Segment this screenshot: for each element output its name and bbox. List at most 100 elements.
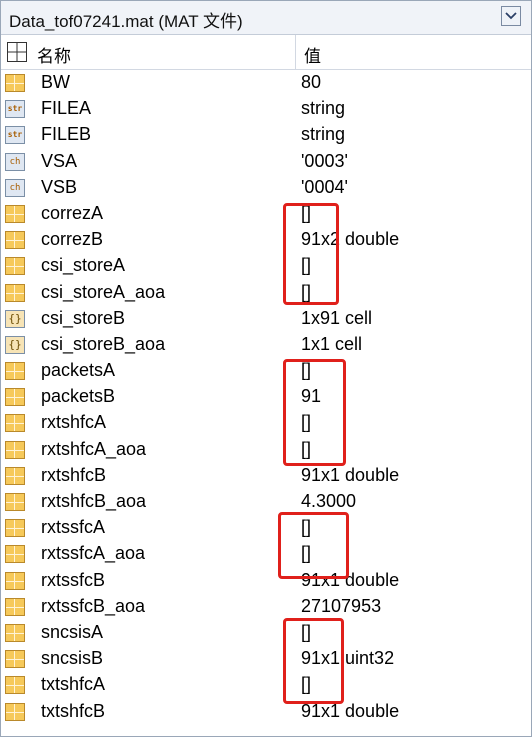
numeric-array-icon: [5, 623, 25, 642]
column-header-name[interactable]: 名称: [1, 35, 296, 69]
table-row[interactable]: txtshfcB 91x1 double: [1, 699, 531, 725]
variable-name: csi_storeA: [41, 255, 126, 276]
variable-value: 91x1 double: [301, 464, 400, 485]
variable-value: 1x91 cell: [301, 307, 373, 328]
table-row[interactable]: sncsisB 91x1 uint32: [1, 646, 531, 672]
numeric-array-icon: [5, 571, 25, 590]
table-row[interactable]: txtshfcA []: [1, 672, 531, 698]
variable-value: 91x1 double: [301, 569, 400, 590]
variable-name: csi_storeB_aoa: [41, 333, 166, 354]
numeric-array-icon: [5, 204, 25, 223]
table-row[interactable]: rxtshfcA []: [1, 410, 531, 436]
variable-name: csi_storeA_aoa: [41, 281, 166, 302]
numeric-array-icon: [5, 362, 25, 381]
variable-name: FILEA: [41, 98, 92, 119]
numeric-array-icon: [5, 545, 25, 564]
variable-value: []: [301, 412, 312, 433]
table-row[interactable]: ch VSB '0004': [1, 175, 531, 201]
numeric-array-icon: [5, 519, 25, 538]
table-row[interactable]: rxtssfcB_aoa 27107953: [1, 594, 531, 620]
table-row[interactable]: {} csi_storeB_aoa 1x1 cell: [1, 332, 531, 358]
variable-name: rxtssfcB: [41, 569, 106, 590]
table-row[interactable]: csi_storeA []: [1, 253, 531, 279]
column-value-label: 值: [304, 47, 321, 66]
variable-name: txtshfcA: [41, 674, 106, 695]
numeric-array-icon: [5, 493, 25, 511]
numeric-array-icon: [5, 388, 25, 407]
variable-value: []: [301, 255, 312, 276]
cell-icon: {}: [5, 335, 25, 354]
table-row[interactable]: sncsisA []: [1, 620, 531, 646]
numeric-array-icon: [5, 440, 25, 459]
variable-value: []: [301, 202, 312, 223]
char-icon: ch: [5, 178, 25, 197]
numeric-array-icon: [5, 597, 25, 616]
collapse-button[interactable]: [501, 6, 521, 26]
table-row[interactable]: str FILEA string: [1, 96, 531, 122]
numeric-array-icon: [5, 466, 25, 485]
variable-value: 27107953: [301, 595, 382, 616]
numeric-array-icon: [5, 414, 25, 433]
numeric-array-icon: [5, 283, 25, 302]
table-row[interactable]: rxtshfcB_aoa 4.3000: [1, 489, 531, 515]
table-row[interactable]: rxtshfcA_aoa []: [1, 437, 531, 463]
panel-titlebar: Data_tof07241.mat (MAT 文件): [1, 1, 531, 35]
table-row[interactable]: str FILEB string: [1, 122, 531, 148]
table-row[interactable]: rxtssfcA []: [1, 515, 531, 541]
table-row[interactable]: rxtshfcB 91x1 double: [1, 463, 531, 489]
variable-name: FILEB: [41, 124, 92, 145]
variable-list: BW 80 str FILEA string str FILEB string ch VSA '00…: [1, 70, 531, 725]
variable-name: sncsisA: [41, 621, 104, 642]
variable-name: VSA: [41, 150, 78, 171]
table-row[interactable]: correzA []: [1, 201, 531, 227]
numeric-array-icon: [5, 702, 25, 721]
variable-value: 91: [301, 386, 322, 407]
numeric-array-icon: [5, 74, 25, 92]
table-row[interactable]: rxtssfcA_aoa []: [1, 541, 531, 567]
file-title: Data_tof07241.mat (MAT 文件): [9, 12, 243, 31]
table-header: 名称 值: [1, 35, 531, 70]
variable-name: sncsisB: [41, 648, 104, 669]
variable-name: correzB: [41, 229, 104, 250]
variable-value: string: [301, 124, 346, 145]
table-row[interactable]: ch VSA '0003': [1, 149, 531, 175]
variable-value: []: [301, 438, 312, 459]
variable-value: 91x2 double: [301, 229, 400, 250]
variable-name: rxtshfcB: [41, 464, 107, 485]
variable-name: rxtshfcB_aoa: [41, 491, 147, 511]
variable-value: 80: [301, 72, 322, 92]
variable-name: rxtssfcA: [41, 517, 106, 538]
variable-value: []: [301, 674, 312, 695]
table-row[interactable]: {} csi_storeB 1x91 cell: [1, 306, 531, 332]
table-row[interactable]: correzB 91x2 double: [1, 227, 531, 253]
char-icon: ch: [5, 152, 25, 171]
variable-value: []: [301, 621, 312, 642]
variable-value: []: [301, 281, 312, 302]
variable-value: 91x1 double: [301, 700, 400, 721]
numeric-array-icon: [5, 231, 25, 250]
table-grid-icon: [7, 42, 27, 62]
variable-value: 4.3000: [301, 491, 357, 511]
numeric-array-icon: [5, 257, 25, 276]
variable-value: string: [301, 98, 346, 119]
variable-name: BW: [41, 72, 70, 92]
variable-name: txtshfcB: [41, 700, 106, 721]
chevron-down-icon: [505, 12, 517, 20]
variable-name: VSB: [41, 176, 78, 197]
numeric-array-icon: [5, 650, 25, 669]
variable-value: []: [301, 543, 312, 564]
mat-file-preview-panel: Data_tof07241.mat (MAT 文件) 名称 值 BW 80 str F…: [0, 0, 532, 737]
variable-name: rxtshfcA: [41, 412, 107, 433]
table-row[interactable]: packetsB 91: [1, 384, 531, 410]
table-row[interactable]: BW 80: [1, 70, 531, 96]
column-header-value[interactable]: 值: [296, 35, 531, 69]
variable-value: '0003': [301, 150, 348, 171]
variable-name: csi_storeB: [41, 307, 126, 328]
cell-icon: {}: [5, 309, 25, 328]
table-row[interactable]: csi_storeA_aoa []: [1, 280, 531, 306]
variable-name: rxtssfcA_aoa: [41, 543, 146, 564]
table-row[interactable]: rxtssfcB 91x1 double: [1, 568, 531, 594]
variable-name: rxtshfcA_aoa: [41, 438, 147, 459]
variable-value: 91x1 uint32: [301, 648, 395, 669]
table-row[interactable]: packetsA []: [1, 358, 531, 384]
